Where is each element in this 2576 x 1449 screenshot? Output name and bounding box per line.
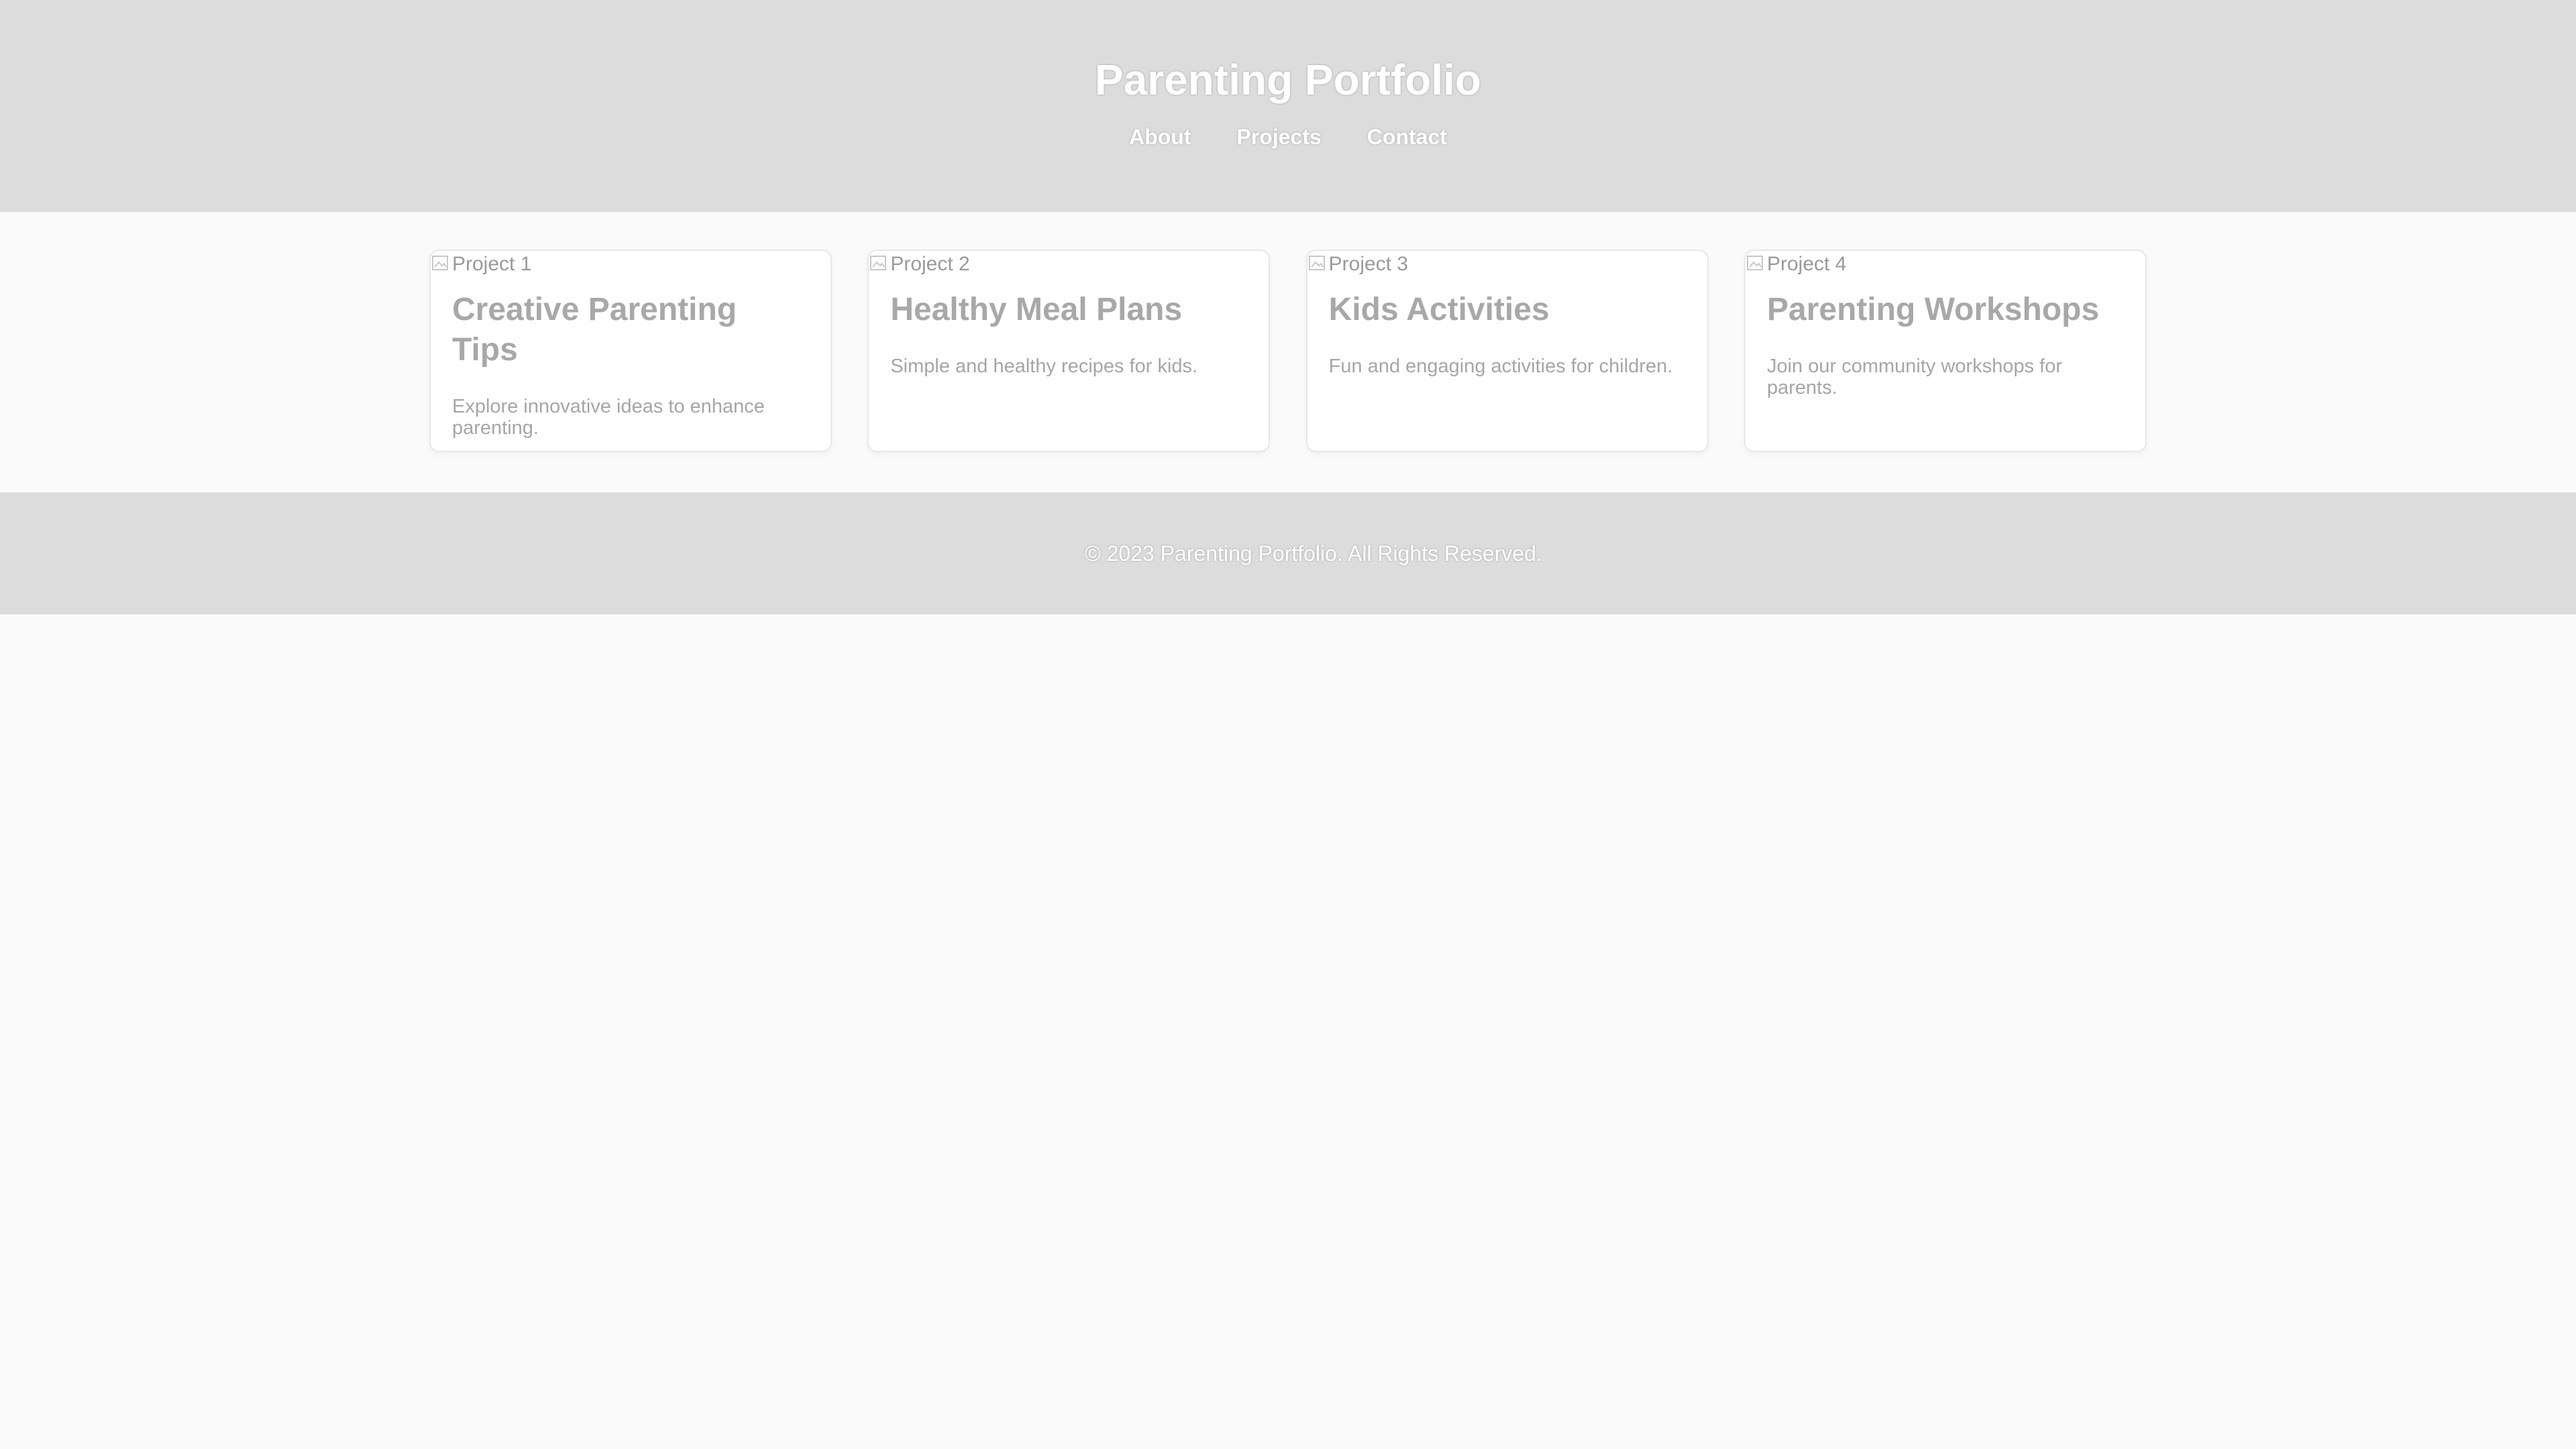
broken-image-icon <box>431 254 452 275</box>
copyright-text: © 2023 Parenting Portfolio. All Rights R… <box>1085 541 1542 566</box>
project-image-alt: Project 1 <box>452 253 532 275</box>
project-card[interactable]: Project 1 Creative Parenting Tips Explor… <box>429 250 832 452</box>
project-image-alt: Project 2 <box>890 253 970 275</box>
project-image-alt: Project 3 <box>1328 253 1409 275</box>
project-image: Project 4 <box>1746 251 2145 278</box>
project-title: Creative Parenting Tips <box>452 292 737 368</box>
project-title: Healthy Meal Plans <box>890 292 1183 327</box>
broken-image-icon <box>1746 254 1767 275</box>
broken-image-icon <box>869 254 890 275</box>
project-title: Kids Activities <box>1328 292 1550 327</box>
project-description: Fun and engaging activities for children… <box>1328 356 1673 377</box>
project-description: Join our community workshops for parents… <box>1766 356 2062 398</box>
project-title: Parenting Workshops <box>1766 292 2100 327</box>
projects-grid: Project 1 Creative Parenting Tips Explor… <box>429 212 2147 492</box>
project-description: Explore innovative ideas to enhance pare… <box>452 396 765 439</box>
project-description: Simple and healthy recipes for kids. <box>890 356 1198 377</box>
project-card[interactable]: Project 3 Kids Activities Fun and engagi… <box>1305 250 1709 452</box>
site-title: Parenting Portfolio <box>1095 56 1481 104</box>
site-footer: © 2023 Parenting Portfolio. All Rights R… <box>0 492 2576 614</box>
project-image: Project 2 <box>869 251 1269 278</box>
project-card[interactable]: Project 4 Parenting Workshops Join our c… <box>1743 250 2147 452</box>
nav-link-contact[interactable]: Contact <box>1367 123 1447 150</box>
project-image: Project 1 <box>431 251 830 278</box>
nav-link-projects[interactable]: Projects <box>1237 123 1322 150</box>
nav-link-about[interactable]: About <box>1129 123 1191 150</box>
site-header: Parenting Portfolio About Projects Conta… <box>0 0 2576 212</box>
broken-image-icon <box>1307 254 1329 275</box>
project-image: Project 3 <box>1307 251 1707 278</box>
project-image-alt: Project 4 <box>1766 253 1847 275</box>
main-nav: About Projects Contact <box>0 123 2576 150</box>
project-card[interactable]: Project 2 Healthy Meal Plans Simple and … <box>867 250 1271 452</box>
